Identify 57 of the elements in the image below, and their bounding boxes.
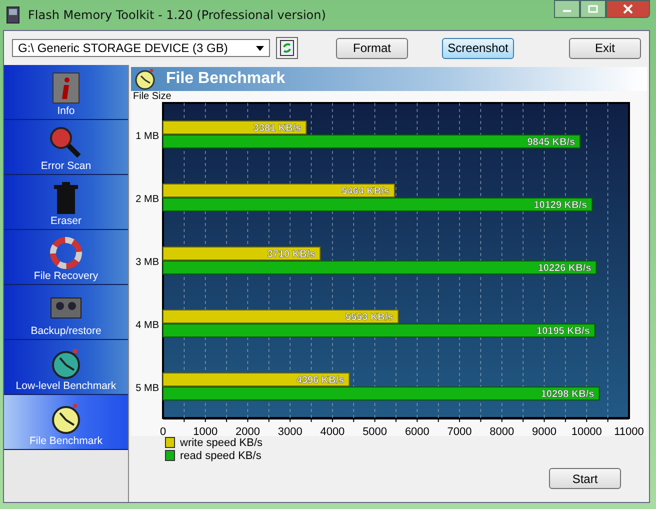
- maximize-button[interactable]: [580, 0, 606, 18]
- sidebar-item[interactable]: Info: [4, 65, 128, 120]
- value-label: 5553 KB/s: [345, 312, 394, 323]
- axis-title: File Size: [133, 91, 172, 102]
- tick-label: 11000: [614, 426, 644, 436]
- maximize-icon: [588, 5, 598, 13]
- legend-label: read speed KB/s: [180, 450, 262, 462]
- magnifier-icon: [49, 126, 83, 160]
- caret-icon: [256, 46, 264, 50]
- category-label: 2 MB: [136, 194, 159, 205]
- sidebar-item[interactable]: Low-level Benchmark: [4, 340, 128, 395]
- value-label: 5464 KB/s: [342, 186, 390, 197]
- value-label: 3710 KB/s: [267, 249, 316, 260]
- tick-label: 1000: [193, 426, 218, 436]
- sidebar-item[interactable]: Backup/restore: [4, 285, 128, 340]
- tick-label: 4000: [320, 426, 345, 436]
- value-label: 10298 KB/s: [540, 389, 594, 400]
- lifebuoy-icon: [49, 236, 83, 270]
- category-label: 3 MB: [136, 257, 159, 268]
- sidebar-item[interactable]: Eraser: [4, 175, 128, 230]
- legend-label: write speed KB/s: [180, 436, 263, 448]
- close-icon: [622, 4, 634, 14]
- sidebar-item[interactable]: File Recovery: [4, 230, 128, 285]
- tick-label: 0: [160, 426, 166, 436]
- stopwatch-icon: [49, 346, 83, 380]
- value-label: 10129 KB/s: [534, 200, 588, 211]
- tick-label: 8000: [490, 426, 514, 436]
- start-button[interactable]: Start: [549, 468, 621, 489]
- toolbar-button[interactable]: Format: [336, 38, 408, 58]
- refresh-button[interactable]: [276, 37, 298, 59]
- tick-label: 7000: [447, 426, 472, 436]
- category-label: 5 MB: [136, 383, 159, 394]
- minimize-button[interactable]: [554, 0, 580, 18]
- stopwatch-icon: [49, 401, 83, 435]
- window-title: Flash Memory Toolkit - 1.20 (Professional version): [28, 8, 326, 22]
- sidebar-item[interactable]: Error Scan: [4, 120, 128, 175]
- value-label: 10195 KB/s: [536, 326, 590, 337]
- value-label: 9845 KB/s: [527, 137, 576, 148]
- tick-label: 2000: [235, 426, 260, 436]
- tick-label: 3000: [278, 426, 302, 436]
- tick-label: 10000: [571, 426, 602, 436]
- category-label: 4 MB: [136, 320, 159, 331]
- panel-title: File Benchmark: [166, 70, 286, 88]
- close-button[interactable]: [606, 0, 650, 18]
- toolbar-button[interactable]: Screenshot: [442, 38, 514, 58]
- value-label: 10226 KB/s: [538, 263, 592, 274]
- memory-card-icon: [6, 6, 20, 24]
- value-label: 4396 KB/s: [296, 375, 344, 386]
- tick-label: 6000: [404, 426, 430, 436]
- category-label: 1 MB: [136, 131, 159, 142]
- value-label: 3381 KB/s: [253, 123, 302, 134]
- tick-label: 5000: [362, 426, 388, 436]
- toolbar-button[interactable]: Exit: [569, 38, 641, 58]
- stopwatch-icon: [134, 68, 156, 90]
- device-dropdown[interactable]: G:\ Generic STORAGE DEVICE (3 GB): [12, 39, 270, 57]
- tick-label: 9000: [532, 426, 557, 436]
- sidebar-item[interactable]: File Benchmark: [4, 395, 128, 450]
